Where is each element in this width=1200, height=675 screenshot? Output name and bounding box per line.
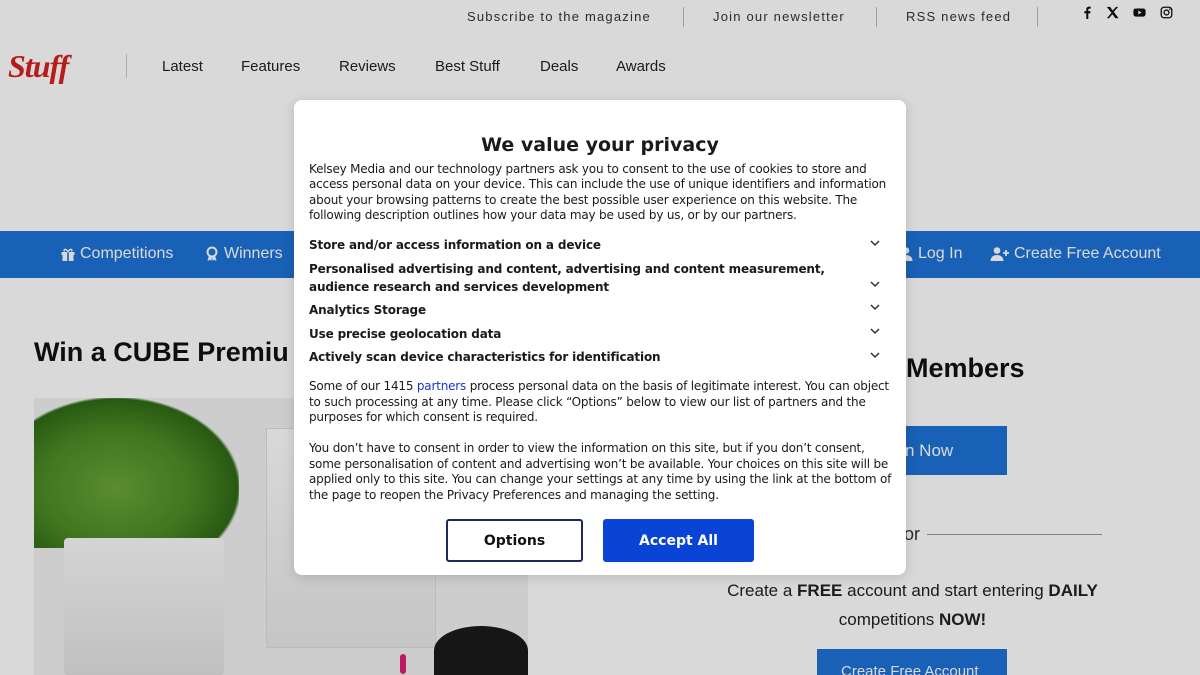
chevron-down-icon[interactable] bbox=[868, 348, 882, 362]
purpose-personalised-ads[interactable]: Personalised advertising and content, ad… bbox=[309, 261, 869, 296]
purpose-label: Analytics Storage bbox=[309, 303, 426, 317]
purpose-store-access[interactable]: Store and/or access information on a dev… bbox=[309, 237, 879, 255]
options-button[interactable]: Options bbox=[446, 519, 583, 562]
purpose-label: Actively scan device characteristics for… bbox=[309, 350, 661, 364]
purpose-label: Personalised advertising and content, ad… bbox=[309, 262, 825, 294]
chevron-down-icon[interactable] bbox=[868, 300, 882, 314]
purpose-label: Store and/or access information on a dev… bbox=[309, 238, 601, 252]
chevron-down-icon[interactable] bbox=[868, 277, 882, 291]
purpose-label: Use precise geolocation data bbox=[309, 327, 502, 341]
accept-all-button[interactable]: Accept All bbox=[603, 519, 754, 562]
chevron-down-icon[interactable] bbox=[868, 236, 882, 250]
purpose-geolocation[interactable]: Use precise geolocation data bbox=[309, 326, 879, 344]
consent-intro: Kelsey Media and our technology partners… bbox=[309, 162, 887, 222]
consent-dialog: We value your privacy Kelsey Media and o… bbox=[294, 100, 906, 575]
purpose-analytics-storage[interactable]: Analytics Storage bbox=[309, 302, 879, 320]
chevron-down-icon[interactable] bbox=[868, 324, 882, 338]
purpose-device-scan[interactable]: Actively scan device characteristics for… bbox=[309, 349, 879, 367]
consent-title: We value your privacy bbox=[481, 134, 719, 156]
legitimate-interest-text: Some of our 1415 partners process person… bbox=[309, 379, 894, 426]
partners-link[interactable]: partners bbox=[417, 379, 466, 393]
consent-notice-text: You don’t have to consent in order to vi… bbox=[309, 441, 892, 502]
legit-text: Some of our 1415 bbox=[309, 379, 417, 393]
